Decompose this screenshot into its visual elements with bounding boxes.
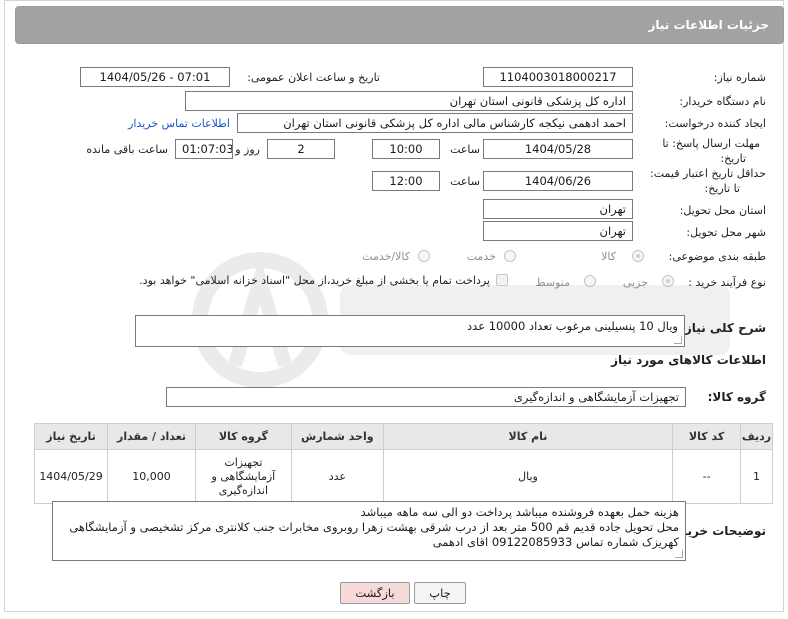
cell-group: تجهیزات آزمایشگاهی و اندازه‌گیری xyxy=(194,449,292,504)
goods-group-field: تجهیزات آزمایشگاهی و اندازه‌گیری xyxy=(166,387,686,407)
col-unit: واحد شمارش xyxy=(290,423,384,450)
city-field: تهران xyxy=(483,221,633,241)
col-date: تاریخ نیاز xyxy=(33,423,109,450)
days-label: روز و xyxy=(235,143,260,156)
cell-date: 1404/05/29 xyxy=(33,449,109,504)
need-number-field: 1104003018000217 xyxy=(483,67,633,87)
table-row: 1 -- ویال عدد تجهیزات آزمایشگاهی و انداز… xyxy=(33,449,773,504)
cell-qty: 10,000 xyxy=(107,449,196,504)
deadline-label-date: تاریخ: xyxy=(720,152,746,165)
print-button[interactable]: چاپ xyxy=(414,582,466,604)
deadline-time-field: 10:00 xyxy=(372,139,440,159)
resize-handle[interactable] xyxy=(675,550,683,558)
days-field: 2 xyxy=(267,139,335,159)
price-validity-time-field: 12:00 xyxy=(372,171,440,191)
requester-label: ایجاد کننده درخواست: xyxy=(664,117,766,130)
goods-section-title: اطلاعات کالاهای مورد نیاز xyxy=(611,353,766,367)
page-title: جزئیات اطلاعات نیاز xyxy=(648,18,769,32)
cell-code: -- xyxy=(672,449,742,504)
category-both-label: کالا/خدمت xyxy=(362,250,410,263)
cell-row: 1 xyxy=(740,449,773,504)
col-group: گروه کالا xyxy=(194,423,292,450)
cell-unit: عدد xyxy=(290,449,384,504)
deadline-label: مهلت ارسال پاسخ: تا xyxy=(662,137,760,150)
description-textarea: ویال 10 پنسیلینی مرغوب تعداد 10000 عدد xyxy=(135,315,685,347)
description-text: ویال 10 پنسیلینی مرغوب تعداد 10000 عدد xyxy=(467,319,678,333)
buyer-notes-line-2: محل تحویل جاده قدیم قم 500 متر بعد از در… xyxy=(69,520,679,549)
buyer-contact-link[interactable]: اطلاعات تماس خریدار xyxy=(128,117,230,130)
category-service-radio[interactable] xyxy=(504,250,516,262)
process-medium-radio[interactable] xyxy=(584,275,596,287)
process-minor-radio[interactable] xyxy=(662,275,674,287)
process-minor-label: جزیی xyxy=(622,276,648,289)
resize-handle[interactable] xyxy=(674,336,682,344)
category-label: طبقه بندی موضوعی: xyxy=(668,250,766,263)
category-goods-label: کالا xyxy=(601,250,616,263)
treasury-payment-note: پرداخت تمام یا بخشی از مبلغ خرید،از محل … xyxy=(139,274,490,287)
remaining-label: ساعت باقی مانده xyxy=(86,143,168,156)
announce-field: 1404/05/26 - 07:01 xyxy=(80,67,230,87)
remaining-time-field: 01:07:03 xyxy=(175,139,233,159)
price-validity-label: حداقل تاریخ اعتبار قیمت: xyxy=(650,167,766,180)
treasury-payment-checkbox[interactable] xyxy=(496,274,508,286)
col-qty: تعداد / مقدار xyxy=(107,423,196,450)
table-header-row: ردیف کد کالا نام کالا واحد شمارش گروه کا… xyxy=(33,423,773,450)
city-label: شهر محل تحویل: xyxy=(686,226,766,239)
col-code: کد کالا xyxy=(672,423,742,450)
cell-name: ویال xyxy=(382,449,674,504)
description-label: شرح کلی نیاز: xyxy=(680,321,766,335)
buyer-notes-textarea: هزینه حمل بعهده فروشنده میباشد پرداخت دو… xyxy=(52,501,686,561)
buyer-org-label: نام دستگاه خریدار: xyxy=(679,95,766,108)
process-medium-label: متوسط xyxy=(535,276,570,289)
category-both-radio[interactable] xyxy=(418,250,430,262)
category-goods-radio[interactable] xyxy=(632,250,644,262)
province-label: استان محل تحویل: xyxy=(679,204,766,217)
deadline-time-label: ساعت xyxy=(450,143,480,156)
process-label: نوع فرآیند خرید : xyxy=(688,276,766,289)
need-number-label: شماره نیاز: xyxy=(713,71,766,84)
price-validity-date-field: 1404/06/26 xyxy=(483,171,633,191)
requester-field: احمد ادهمی نیکجه کارشناس مالی اداره کل پ… xyxy=(237,113,633,133)
goods-group-label: گروه کالا: xyxy=(707,390,766,404)
page-header: جزئیات اطلاعات نیاز xyxy=(15,6,784,44)
buyer-notes-line-1: هزینه حمل بعهده فروشنده میباشد پرداخت دو… xyxy=(360,505,679,519)
col-name: نام کالا xyxy=(382,423,674,450)
buyer-org-field: اداره کل پزشکی قانونی استان تهران xyxy=(185,91,633,111)
category-service-label: خدمت xyxy=(466,250,496,263)
col-row: ردیف xyxy=(740,423,773,450)
province-field: تهران xyxy=(483,199,633,219)
price-validity-label-date: تا تاریخ: xyxy=(704,182,740,195)
price-validity-time-label: ساعت xyxy=(450,175,480,188)
goods-table: ردیف کد کالا نام کالا واحد شمارش گروه کا… xyxy=(33,423,773,504)
announce-label: تاریخ و ساعت اعلان عمومی: xyxy=(247,71,380,84)
deadline-date-field: 1404/05/28 xyxy=(483,139,633,159)
back-button[interactable]: بازگشت xyxy=(340,582,410,604)
